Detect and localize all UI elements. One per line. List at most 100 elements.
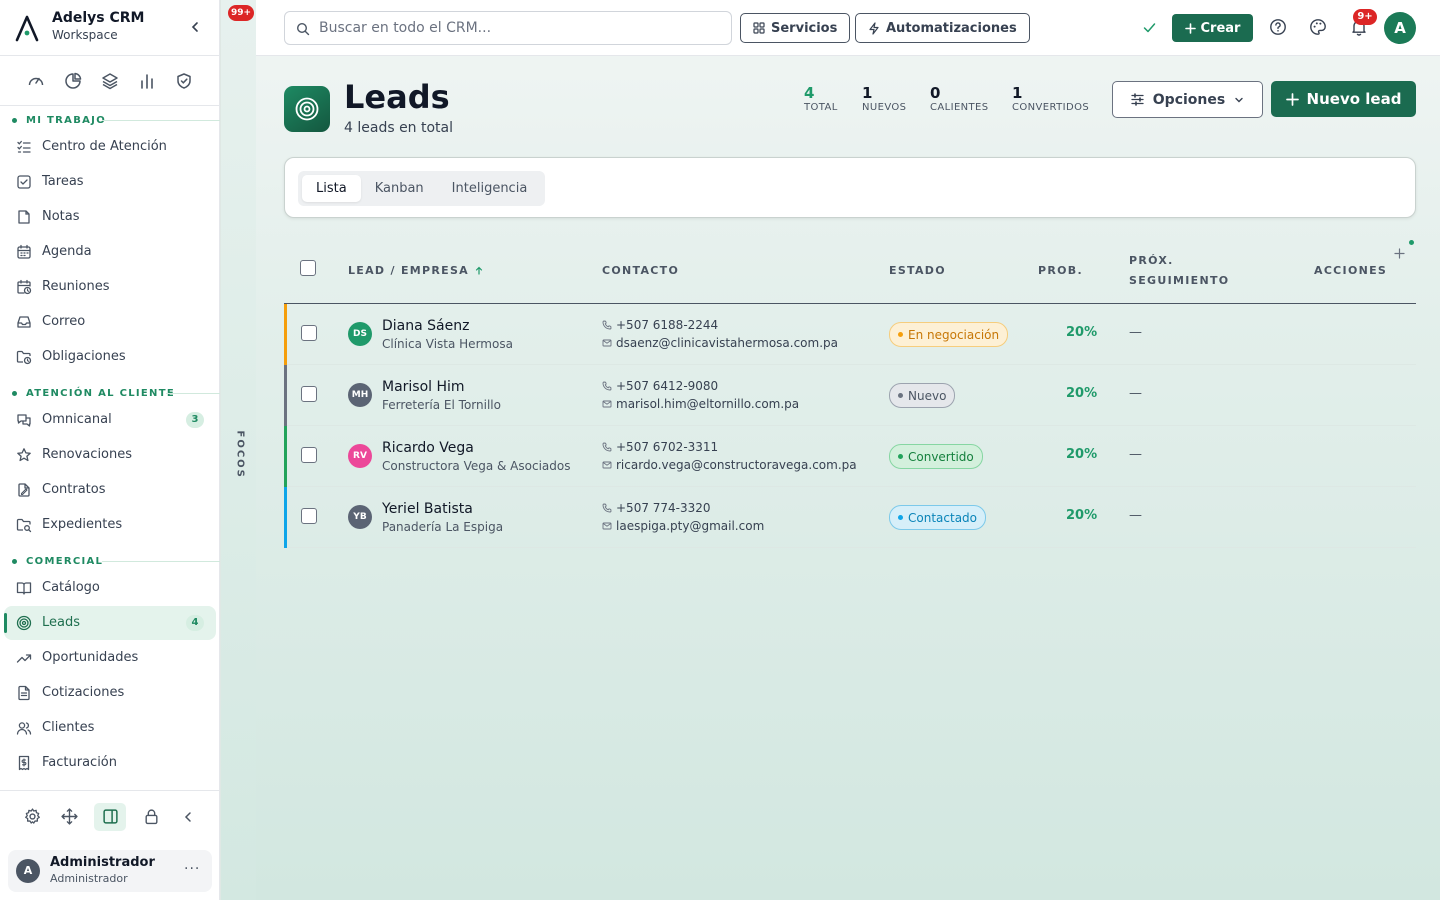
sidebar-item-label: Centro de Atención: [42, 139, 167, 154]
probability: 20%: [1066, 325, 1098, 340]
calendar-icon: [17, 244, 31, 259]
sidebar-item-omnicanal[interactable]: Omnicanal 3: [4, 403, 216, 437]
bar-chart-icon[interactable]: [138, 72, 156, 90]
sidebar-item-contratos[interactable]: Contratos: [4, 473, 216, 507]
sidebar-item-label: Notas: [42, 209, 80, 224]
stat-calientes: 0 CALIENTES: [930, 84, 989, 113]
sidebar-item-cotizaciones[interactable]: Cotizaciones: [4, 676, 216, 710]
mail-icon: [602, 400, 612, 408]
table-row[interactable]: DS Diana Sáenz Clínica Vista Hermosa +50…: [284, 304, 1416, 365]
stat-value: 0: [930, 84, 941, 102]
automatizaciones-button[interactable]: Automatizaciones: [855, 13, 1030, 43]
focos-panel-toggle[interactable]: 99+ FOCOS: [220, 0, 256, 900]
table-row[interactable]: YB Yeriel Batista Panadería La Espiga +5…: [284, 487, 1416, 548]
gear-icon[interactable]: [20, 803, 44, 831]
sidebar-item-obligaciones[interactable]: Obligaciones: [4, 340, 216, 374]
lead-phone[interactable]: +507 774-3320: [602, 501, 711, 515]
phone-icon: [602, 503, 612, 513]
sidebar-item-tareas[interactable]: Tareas: [4, 165, 216, 199]
lead-company: Constructora Vega & Asociados: [382, 459, 571, 473]
lead-phone[interactable]: +507 6188-2244: [602, 318, 718, 332]
view-tabs: Lista Kanban Inteligencia: [298, 171, 546, 206]
tab-inteligencia[interactable]: Inteligencia: [438, 175, 542, 202]
chart-pie-icon[interactable]: [64, 72, 82, 90]
palette-icon[interactable]: [1309, 18, 1327, 36]
document-icon: [18, 685, 30, 701]
lead-email[interactable]: marisol.him@eltornillo.com.pa: [602, 397, 799, 411]
sidebar-item-catalogo[interactable]: Catálogo: [4, 571, 216, 605]
target-icon: [16, 615, 32, 631]
email-text: ricardo.vega@constructoravega.com.pa: [616, 458, 857, 472]
sidebar-item-oportunidades[interactable]: Oportunidades: [4, 641, 216, 675]
crear-label: Crear: [1200, 20, 1241, 36]
phone-icon: [602, 320, 612, 330]
more-icon[interactable]: ···: [184, 861, 200, 877]
sidebar-item-clientes[interactable]: Clientes: [4, 711, 216, 745]
status-badge: Convertido: [889, 444, 983, 469]
sidebar-item-leads[interactable]: Leads 4: [4, 606, 216, 640]
stat-convertidos: 1 CONVERTIDOS: [1012, 84, 1089, 113]
lead-email[interactable]: dsaenz@clinicavistahermosa.com.pa: [602, 336, 838, 350]
add-column-icon[interactable]: [1394, 248, 1405, 259]
lead-name[interactable]: Yeriel Batista: [382, 501, 473, 517]
dashboard-icon[interactable]: [27, 72, 45, 90]
column-header-lead[interactable]: LEAD / EMPRESA: [348, 264, 483, 277]
crear-button[interactable]: Crear: [1172, 14, 1253, 42]
opciones-button[interactable]: Opciones: [1112, 81, 1263, 118]
folder-clock-icon: [16, 350, 32, 365]
shield-check-icon[interactable]: [175, 72, 193, 90]
table-row[interactable]: RV Ricardo Vega Constructora Vega & Asoc…: [284, 426, 1416, 487]
global-search[interactable]: [284, 11, 732, 45]
sidebar-item-renovaciones[interactable]: Renovaciones: [4, 438, 216, 472]
chevron-left-icon[interactable]: [176, 803, 200, 831]
sidebar-item-label: Correo: [42, 314, 86, 329]
lead-email[interactable]: laespiga.pty@gmail.com: [602, 519, 764, 533]
tab-lista[interactable]: Lista: [302, 175, 361, 202]
page-subtitle: 4 leads en total: [344, 120, 454, 136]
note-icon: [18, 210, 30, 224]
sidebar-item-notas[interactable]: Notas: [4, 200, 216, 234]
lead-name[interactable]: Diana Sáenz: [382, 318, 469, 334]
lead-email[interactable]: ricardo.vega@constructoravega.com.pa: [602, 458, 857, 472]
servicios-button[interactable]: Servicios: [740, 13, 851, 43]
phone-text: +507 774-3320: [616, 501, 711, 515]
sidebar-item-reuniones[interactable]: Reuniones: [4, 270, 216, 304]
lock-icon[interactable]: [139, 803, 163, 831]
avatar: A: [16, 859, 40, 883]
focos-label: FOCOS: [234, 430, 246, 479]
users-icon: [16, 722, 32, 735]
sidebar-item-centro-atencion[interactable]: Centro de Atención: [4, 130, 216, 164]
avatar: DS: [348, 322, 372, 346]
lead-phone[interactable]: +507 6702-3311: [602, 440, 718, 454]
row-checkbox[interactable]: [301, 508, 317, 524]
chevron-left-icon[interactable]: [188, 20, 202, 34]
lead-company: Clínica Vista Hermosa: [382, 337, 513, 351]
sidebar-item-label: Expedientes: [42, 517, 123, 532]
nuevo-lead-button[interactable]: Nuevo lead: [1271, 81, 1416, 117]
row-checkbox[interactable]: [301, 386, 317, 402]
row-checkbox[interactable]: [301, 447, 317, 463]
nuevo-lead-label: Nuevo lead: [1306, 90, 1402, 108]
layers-icon[interactable]: [101, 72, 119, 90]
lead-phone[interactable]: +507 6412-9080: [602, 379, 718, 393]
move-icon[interactable]: [57, 803, 81, 831]
tab-kanban[interactable]: Kanban: [361, 175, 438, 202]
mail-icon: [602, 522, 612, 530]
search-input[interactable]: [319, 17, 719, 39]
row-checkbox[interactable]: [301, 325, 317, 341]
help-icon[interactable]: [1269, 18, 1287, 36]
sidebar-item-facturacion[interactable]: Facturación: [4, 746, 216, 780]
table-row[interactable]: MH Marisol Him Ferretería El Tornillo +5…: [284, 365, 1416, 426]
avatar[interactable]: A: [1384, 12, 1416, 44]
user-name: Administrador: [50, 855, 155, 870]
lead-name[interactable]: Marisol Him: [382, 379, 465, 395]
user-menu[interactable]: A Administrador Administrador ···: [8, 850, 212, 892]
checkbox-icon: [17, 175, 31, 189]
stat-label: CALIENTES: [930, 102, 989, 113]
lead-name[interactable]: Ricardo Vega: [382, 440, 474, 456]
sidebar-item-correo[interactable]: Correo: [4, 305, 216, 339]
sidebar-item-expedientes[interactable]: Expedientes: [4, 508, 216, 542]
sidebar-item-agenda[interactable]: Agenda: [4, 235, 216, 269]
select-all-checkbox[interactable]: [300, 260, 316, 276]
panel-icon[interactable]: [94, 802, 126, 831]
